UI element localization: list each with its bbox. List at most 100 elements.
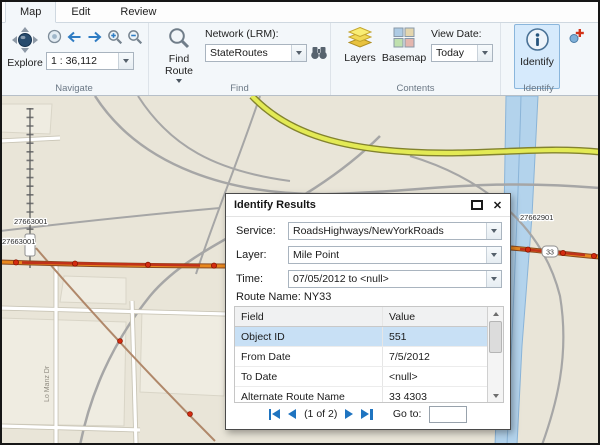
route-id-label-right: 27662901 bbox=[520, 213, 553, 222]
value-cell: 551 bbox=[383, 327, 487, 346]
route-name-value: NY33 bbox=[304, 291, 332, 303]
chevron-down-icon[interactable] bbox=[486, 247, 501, 263]
table-row[interactable]: Alternate Route Name 33 4303 bbox=[235, 387, 487, 402]
identify-results-panel: Identify Results Service: RoadsHighways/… bbox=[225, 193, 511, 430]
identify-icon bbox=[525, 27, 550, 55]
chevron-down-icon[interactable] bbox=[486, 271, 501, 287]
panel-title: Identify Results bbox=[226, 199, 468, 211]
layer-combobox[interactable]: Mile Point bbox=[288, 246, 502, 264]
attributes-table-body: Field Value Object ID 551 From Date 7/5/… bbox=[235, 307, 487, 402]
route-name-line: Route Name: NY33 bbox=[236, 291, 331, 303]
view-date-label: View Date: bbox=[431, 28, 482, 40]
group-label-navigate: Navigate bbox=[0, 83, 148, 94]
map-scale-value: 1 : 36,112 bbox=[47, 55, 118, 67]
goto-label: Go to: bbox=[393, 408, 422, 420]
table-row[interactable]: From Date 7/5/2012 bbox=[235, 347, 487, 367]
find-route-label: Find Route bbox=[159, 53, 199, 77]
close-icon[interactable] bbox=[489, 198, 506, 213]
basemap-label: Basemap bbox=[382, 52, 426, 64]
tab-review[interactable]: Review bbox=[105, 0, 171, 23]
map-scale-combobox[interactable]: 1 : 36,112 bbox=[46, 52, 134, 70]
route-id-label-left-bottom: 27663001 bbox=[2, 237, 35, 246]
route-name-label: Route Name: bbox=[236, 291, 301, 303]
group-label-identify: Identify bbox=[501, 83, 576, 94]
field-cell: From Date bbox=[235, 347, 383, 366]
layer-value: Mile Point bbox=[289, 249, 486, 261]
tab-map[interactable]: Map bbox=[5, 0, 56, 23]
zoom-out-icon[interactable] bbox=[126, 28, 143, 45]
time-label: Time: bbox=[236, 273, 263, 285]
identify-label: Identify bbox=[520, 56, 554, 68]
layers-label: Layers bbox=[344, 52, 376, 64]
chevron-down-icon[interactable] bbox=[118, 53, 133, 69]
maximize-icon[interactable] bbox=[468, 198, 485, 213]
page-indicator: (1 of 2) bbox=[304, 408, 337, 420]
layer-label: Layer: bbox=[236, 249, 267, 261]
chevron-down-icon[interactable] bbox=[291, 45, 306, 61]
field-cell: Alternate Route Name bbox=[235, 387, 383, 402]
scroll-up-icon[interactable] bbox=[488, 307, 503, 320]
identify-button[interactable]: Identify bbox=[514, 24, 560, 89]
ribbon: Explore bbox=[0, 23, 600, 96]
full-extent-icon[interactable] bbox=[46, 28, 63, 45]
app-window: 33 27663001 27663001 27662901 Lo Manz Dr… bbox=[0, 0, 600, 445]
route-id-label-left-top: 27663001 bbox=[14, 217, 47, 226]
network-lrm-label: Network (LRM): bbox=[205, 28, 279, 40]
field-cell: To Date bbox=[235, 367, 383, 386]
chevron-down-icon[interactable] bbox=[477, 45, 492, 61]
table-header-row: Field Value bbox=[235, 307, 487, 327]
time-combobox[interactable]: 07/05/2012 to <null> bbox=[288, 270, 502, 288]
time-value: 07/05/2012 to <null> bbox=[289, 273, 486, 285]
pager: (1 of 2) Go to: bbox=[226, 404, 510, 424]
group-navigate: Explore bbox=[0, 23, 149, 95]
last-page-button[interactable] bbox=[361, 409, 373, 420]
find-route-button[interactable]: Find Route bbox=[157, 24, 201, 90]
service-combobox[interactable]: RoadsHighways/NewYorkRoads bbox=[288, 222, 502, 240]
chevron-down-icon[interactable] bbox=[486, 223, 501, 239]
table-row[interactable]: To Date <null> bbox=[235, 367, 487, 387]
street-name-label: Lo Manz Dr bbox=[44, 365, 51, 402]
route-shield-label: 33 bbox=[546, 250, 554, 257]
view-date-combobox[interactable]: Today bbox=[431, 44, 493, 62]
find-route-icon bbox=[168, 27, 190, 52]
basemap-button[interactable]: Basemap bbox=[381, 24, 427, 88]
service-label: Service: bbox=[236, 225, 276, 237]
column-header-value: Value bbox=[383, 307, 487, 326]
column-header-field: Field bbox=[235, 307, 383, 326]
value-cell: 33 4303 bbox=[383, 387, 487, 402]
group-label-find: Find bbox=[149, 83, 330, 94]
field-cell: Object ID bbox=[235, 327, 383, 346]
goto-input[interactable] bbox=[429, 406, 467, 423]
view-date-value: Today bbox=[432, 47, 477, 59]
navigate-toolrow bbox=[46, 28, 143, 45]
previous-page-button[interactable] bbox=[288, 409, 296, 419]
network-lrm-value: StateRoutes bbox=[206, 47, 291, 59]
group-contents: Layers Basemap View Date: Today bbox=[331, 23, 501, 95]
panel-title-bar[interactable]: Identify Results bbox=[226, 194, 510, 217]
group-find: Find Route Network (LRM): StateRoutes Fi… bbox=[149, 23, 331, 95]
group-identify: Identify Identify bbox=[501, 23, 600, 95]
layers-button[interactable]: Layers bbox=[340, 24, 380, 88]
explore-icon bbox=[12, 27, 38, 56]
service-value: RoadsHighways/NewYorkRoads bbox=[289, 225, 486, 237]
value-cell: <null> bbox=[383, 367, 487, 386]
next-extent-icon[interactable] bbox=[86, 28, 103, 45]
identify-route-tool-icon[interactable] bbox=[567, 27, 584, 44]
network-lrm-combobox[interactable]: StateRoutes bbox=[205, 44, 307, 62]
next-page-button[interactable] bbox=[345, 409, 353, 419]
table-scrollbar[interactable] bbox=[487, 307, 503, 402]
binoculars-icon[interactable] bbox=[310, 44, 327, 61]
scroll-down-icon[interactable] bbox=[488, 389, 503, 402]
value-cell: 7/5/2012 bbox=[383, 347, 487, 366]
tab-edit[interactable]: Edit bbox=[56, 0, 105, 23]
first-page-button[interactable] bbox=[269, 409, 281, 420]
layers-icon bbox=[348, 27, 372, 51]
previous-extent-icon[interactable] bbox=[66, 28, 83, 45]
table-row[interactable]: Object ID 551 bbox=[235, 327, 487, 347]
explore-button[interactable]: Explore bbox=[4, 24, 46, 88]
explore-label: Explore bbox=[7, 57, 43, 69]
zoom-in-icon[interactable] bbox=[106, 28, 123, 45]
scrollbar-thumb[interactable] bbox=[489, 321, 502, 353]
basemap-icon bbox=[393, 27, 415, 51]
group-label-contents: Contents bbox=[331, 83, 500, 94]
